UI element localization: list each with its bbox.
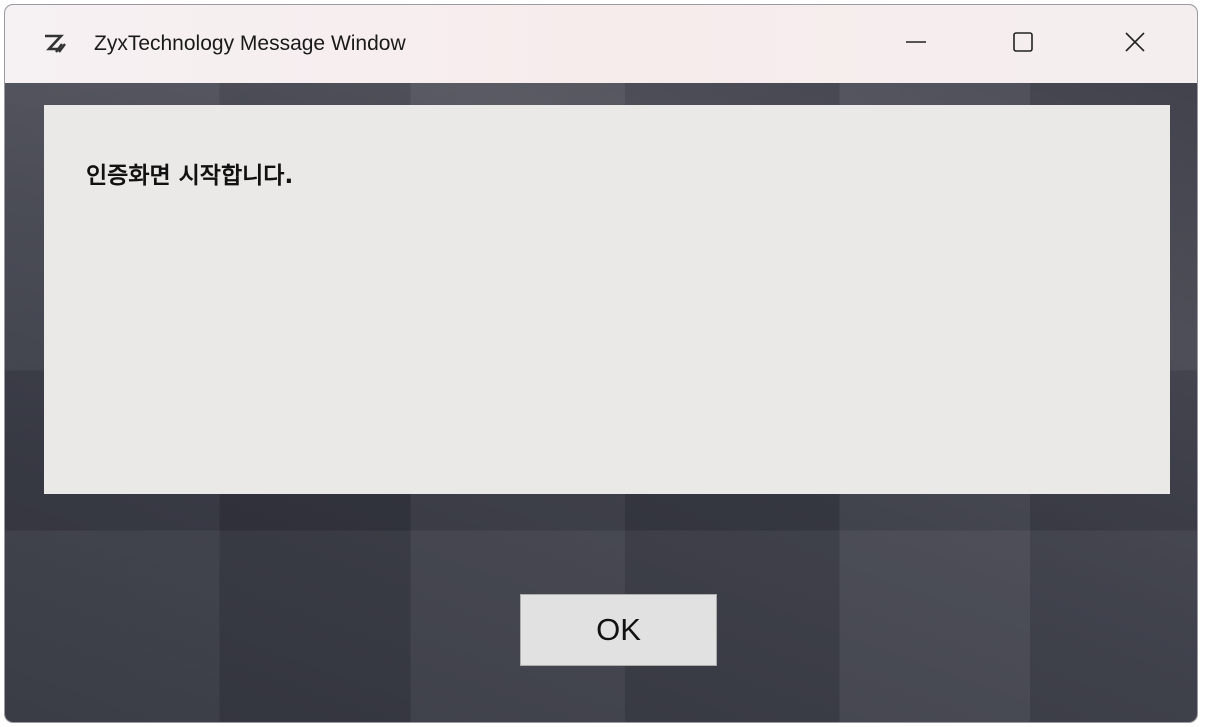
maximize-button[interactable]: [978, 5, 1068, 83]
maximize-icon: [1012, 31, 1034, 58]
window-title: ZyxTechnology Message Window: [94, 32, 406, 55]
title-bar[interactable]: ZyxTechnology Message Window: [5, 5, 1197, 83]
z-logo-icon: [43, 34, 67, 54]
message-window: ZyxTechnology Message Window 인증화면 시작합니다.…: [5, 5, 1197, 722]
message-text: 인증화면 시작합니다.: [86, 163, 294, 189]
minimize-icon: [905, 31, 927, 58]
close-button[interactable]: [1090, 5, 1180, 83]
close-icon: [1124, 31, 1146, 58]
message-panel: 인증화면 시작합니다.: [44, 105, 1170, 494]
ok-button[interactable]: OK: [520, 594, 717, 666]
minimize-button[interactable]: [871, 5, 961, 83]
